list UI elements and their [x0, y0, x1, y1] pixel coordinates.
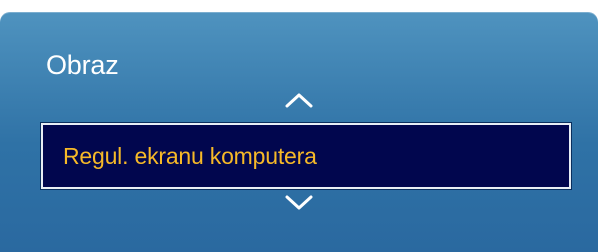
- menu-panel: Obraz Regul. ekranu komputera: [0, 12, 598, 252]
- menu-item-selected[interactable]: Regul. ekranu komputera: [40, 122, 572, 190]
- screen: Obraz Regul. ekranu komputera: [0, 0, 598, 252]
- chevron-up-icon[interactable]: [284, 91, 314, 109]
- chevron-down-icon[interactable]: [284, 194, 314, 212]
- menu-title: Obraz: [46, 50, 119, 80]
- menu-item-label: Regul. ekranu komputera: [63, 143, 317, 169]
